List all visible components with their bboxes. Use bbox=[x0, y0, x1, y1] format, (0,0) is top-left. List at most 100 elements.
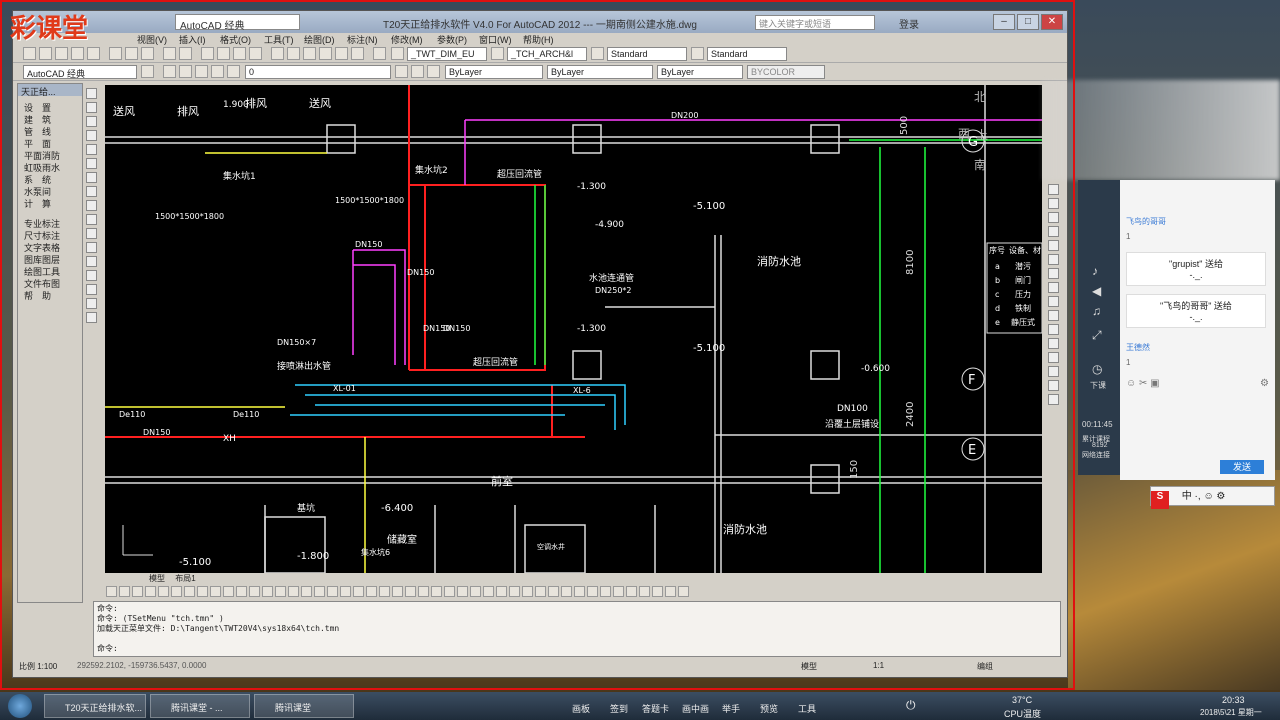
tool-icon[interactable] bbox=[197, 586, 208, 597]
extend-icon[interactable] bbox=[1048, 324, 1059, 335]
tool-hand[interactable]: 举手 bbox=[722, 702, 740, 715]
tool-icon[interactable] bbox=[587, 586, 598, 597]
ellipse-icon[interactable] bbox=[86, 214, 97, 225]
tool-icon[interactable] bbox=[223, 586, 234, 597]
tab-model[interactable]: 模型 bbox=[149, 574, 165, 583]
workspace-combo[interactable]: AutoCAD 经典 bbox=[23, 65, 137, 79]
tool-icon[interactable] bbox=[353, 586, 364, 597]
start-button[interactable] bbox=[8, 694, 32, 718]
palette-item[interactable]: 专业标注 bbox=[18, 218, 82, 230]
tool-icon[interactable] bbox=[405, 586, 416, 597]
palette-item[interactable]: 绘图工具 bbox=[18, 266, 82, 278]
chamfer-icon[interactable] bbox=[1048, 366, 1059, 377]
arc-icon[interactable] bbox=[86, 158, 97, 169]
properties-icon[interactable] bbox=[271, 47, 284, 60]
tool-icon[interactable] bbox=[652, 586, 663, 597]
tool-icon[interactable] bbox=[509, 586, 520, 597]
tool-icon[interactable] bbox=[457, 586, 468, 597]
move-icon[interactable] bbox=[1048, 254, 1059, 265]
tool-palette-icon[interactable] bbox=[303, 47, 316, 60]
tool-icon[interactable] bbox=[548, 586, 559, 597]
send-button[interactable]: 发送 bbox=[1220, 460, 1264, 474]
tool-icon[interactable] bbox=[158, 586, 169, 597]
zoom-previous-icon[interactable] bbox=[249, 47, 262, 60]
task-cad[interactable]: T20天正给排水软... bbox=[44, 694, 146, 718]
tool-icon[interactable] bbox=[340, 586, 351, 597]
tool-icon[interactable] bbox=[327, 586, 338, 597]
rotate-icon[interactable] bbox=[1048, 268, 1059, 279]
table-icon[interactable] bbox=[86, 298, 97, 309]
scale-icon[interactable] bbox=[1048, 282, 1059, 293]
emoji-icon[interactable]: ☺ ✂ ▣ bbox=[1126, 378, 1160, 389]
palette-item[interactable]: 虹吸雨水 bbox=[18, 162, 82, 174]
tool-icon[interactable] bbox=[613, 586, 624, 597]
linetype-select[interactable]: ByLayer bbox=[547, 65, 653, 79]
pan-icon[interactable] bbox=[201, 47, 214, 60]
fillet-icon[interactable] bbox=[1048, 380, 1059, 391]
login-button[interactable]: 登录 bbox=[899, 16, 919, 31]
calculator-icon[interactable] bbox=[351, 47, 364, 60]
zoom-icon[interactable] bbox=[217, 47, 230, 60]
task-classroom[interactable]: 腾讯课堂 - ... bbox=[150, 694, 250, 718]
tool-icon[interactable] bbox=[535, 586, 546, 597]
stretch-icon[interactable] bbox=[1048, 296, 1059, 307]
tool-icon[interactable] bbox=[236, 586, 247, 597]
table-style-select[interactable]: Standard bbox=[707, 47, 787, 61]
cloud-icon[interactable] bbox=[86, 186, 97, 197]
layer-previous-icon[interactable] bbox=[411, 65, 424, 78]
cut-icon[interactable] bbox=[109, 47, 122, 60]
tab-layout1[interactable]: 布局1 bbox=[175, 574, 195, 583]
fullscreen-icon[interactable]: ⤢ bbox=[1092, 328, 1102, 343]
rectangle-icon[interactable] bbox=[86, 144, 97, 155]
palette-item[interactable]: 文件布图 bbox=[18, 278, 82, 290]
layer-match-icon[interactable] bbox=[427, 65, 440, 78]
tool-icon[interactable] bbox=[288, 586, 299, 597]
tool-icon[interactable] bbox=[262, 586, 273, 597]
lock-icon[interactable] bbox=[227, 65, 240, 78]
polygon-icon[interactable] bbox=[86, 130, 97, 141]
tool-icon[interactable] bbox=[639, 586, 650, 597]
tool-pip[interactable]: 画中画 bbox=[682, 702, 709, 715]
view-cube[interactable]: 北 西 南 上 bbox=[958, 88, 988, 173]
tool-draw[interactable]: 画板 bbox=[572, 702, 590, 715]
tool-icon[interactable] bbox=[184, 586, 195, 597]
polyline-icon[interactable] bbox=[86, 116, 97, 127]
tool-icon[interactable] bbox=[470, 586, 481, 597]
sheet-set-icon[interactable] bbox=[319, 47, 332, 60]
tool-icon[interactable] bbox=[275, 586, 286, 597]
region-icon[interactable] bbox=[86, 284, 97, 295]
redo-icon[interactable] bbox=[179, 47, 192, 60]
undo-icon[interactable] bbox=[163, 47, 176, 60]
markup-icon[interactable] bbox=[335, 47, 348, 60]
end-class-button[interactable]: 下课 bbox=[1090, 380, 1106, 391]
tool-icon[interactable] bbox=[431, 586, 442, 597]
gradient-icon[interactable] bbox=[86, 270, 97, 281]
tool-icon[interactable] bbox=[483, 586, 494, 597]
array-icon[interactable] bbox=[1048, 240, 1059, 251]
plotstyle-select[interactable]: BYCOLOR bbox=[747, 65, 825, 79]
tool-icon[interactable] bbox=[574, 586, 585, 597]
tool-icon[interactable] bbox=[665, 586, 676, 597]
palette-item[interactable]: 管 线 bbox=[18, 126, 82, 138]
tool-icon[interactable] bbox=[119, 586, 130, 597]
mtext-icon[interactable] bbox=[86, 312, 97, 323]
line-icon[interactable] bbox=[86, 88, 97, 99]
text-style-icon[interactable] bbox=[391, 47, 404, 60]
music-icon[interactable]: ♫ bbox=[1092, 304, 1101, 318]
scale-readout[interactable]: 比例 1:100 bbox=[19, 661, 57, 672]
annotation-scale[interactable]: 1:1 bbox=[873, 661, 884, 670]
print-icon[interactable] bbox=[71, 47, 84, 60]
tool-icon[interactable] bbox=[496, 586, 507, 597]
palette-item[interactable]: 文字表格 bbox=[18, 242, 82, 254]
layer-manager-icon[interactable] bbox=[163, 65, 176, 78]
palette-item[interactable]: 尺寸标注 bbox=[18, 230, 82, 242]
workspace-select[interactable]: AutoCAD 经典 bbox=[175, 14, 300, 32]
color-select[interactable]: ByLayer bbox=[445, 65, 543, 79]
zoom-window-icon[interactable] bbox=[233, 47, 246, 60]
tool-icon[interactable] bbox=[522, 586, 533, 597]
tool-icon[interactable] bbox=[379, 586, 390, 597]
tool-icon[interactable] bbox=[678, 586, 689, 597]
palette-item[interactable]: 平面消防 bbox=[18, 150, 82, 162]
palette-item[interactable]: 帮 助 bbox=[18, 290, 82, 302]
tool-icon[interactable] bbox=[561, 586, 572, 597]
